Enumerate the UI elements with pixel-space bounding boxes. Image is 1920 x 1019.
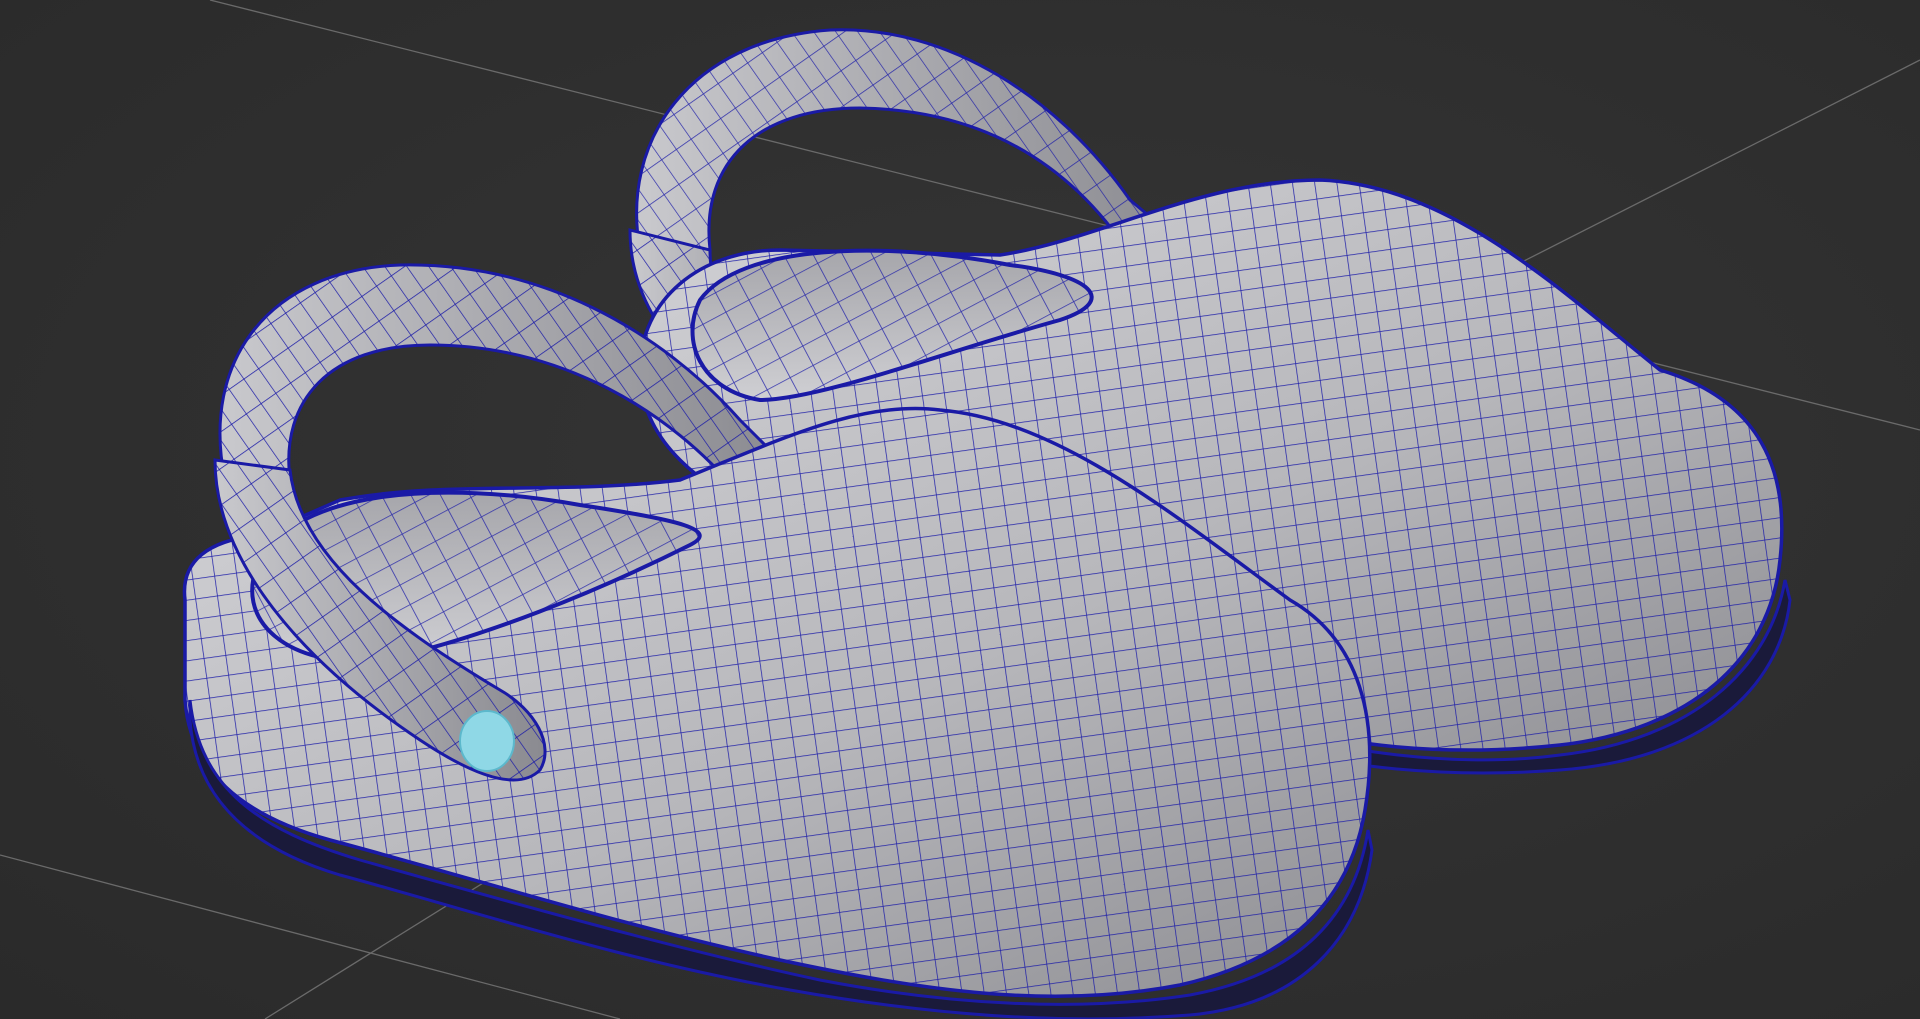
viewport-canvas[interactable] bbox=[0, 0, 1920, 1019]
selected-rivet-icon[interactable] bbox=[459, 710, 515, 772]
3d-viewport[interactable] bbox=[0, 0, 1920, 1019]
